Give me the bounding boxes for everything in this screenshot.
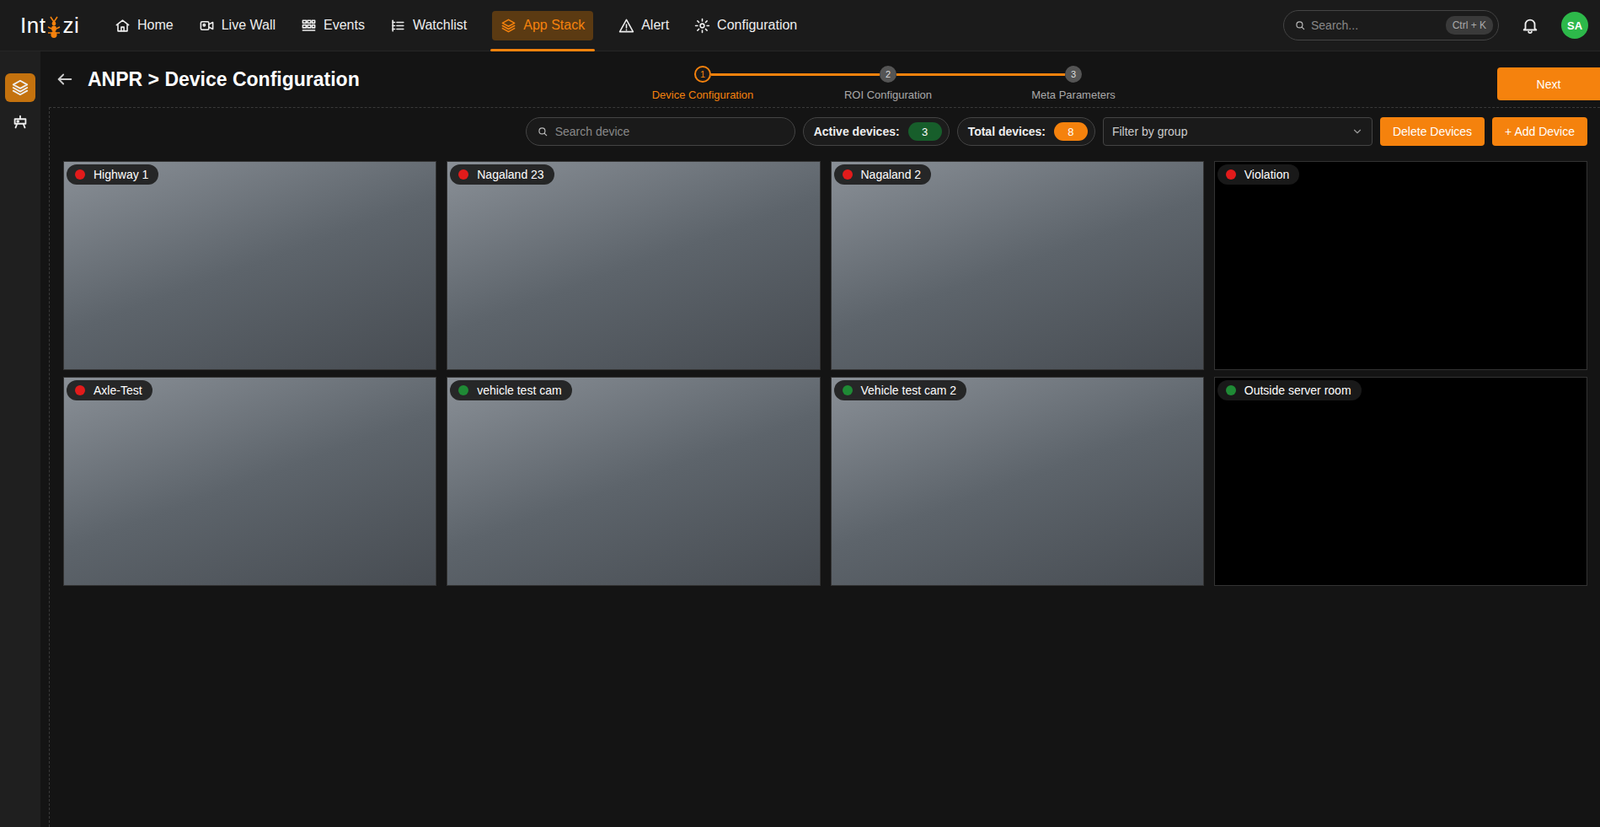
device-label: vehicle test cam xyxy=(449,379,572,401)
device-label: Outside server room xyxy=(1217,379,1362,401)
status-dot xyxy=(74,169,86,180)
device-tile[interactable]: Nagaland 23 xyxy=(446,160,820,370)
device-label: Violation xyxy=(1217,164,1300,185)
active-devices: Active devices:3 xyxy=(802,117,950,146)
next-button[interactable]: Next xyxy=(1497,67,1600,101)
nav-item[interactable]: Home xyxy=(104,0,184,52)
grid-icon xyxy=(300,17,317,34)
top-nav: Intzi HomeLive WallEventsWatchlistApp Sta… xyxy=(0,0,1600,52)
page-title: ANPR > Device Configuration xyxy=(87,68,360,91)
alert-triangle-icon xyxy=(618,17,635,34)
delete-devices-button[interactable]: Delete Devices xyxy=(1380,117,1485,146)
global-search-input[interactable] xyxy=(1311,18,1441,33)
status-dot xyxy=(458,385,469,396)
home-icon xyxy=(114,17,131,34)
video-camera-icon xyxy=(198,17,215,34)
status-dot xyxy=(842,169,853,180)
device-label: Vehicle test cam 2 xyxy=(834,379,968,401)
step-label: Device Configuration xyxy=(652,88,755,102)
shortcut-badge: Ctrl + K xyxy=(1445,16,1493,35)
device-grid: Highway 1 Nagaland 23 Nagaland 2 Violation A… xyxy=(63,160,1588,586)
device-search-input[interactable] xyxy=(555,124,785,139)
step[interactable]: 3 Meta Parameters xyxy=(980,65,1167,102)
step[interactable]: 1 Device Configuration xyxy=(610,65,796,102)
status-dot xyxy=(1225,169,1237,180)
chevron-down-icon xyxy=(1351,125,1364,138)
device-tile[interactable]: Nagaland 2 xyxy=(830,160,1205,370)
nav-item[interactable]: Events xyxy=(290,0,375,52)
list-icon xyxy=(390,17,407,34)
nav-item[interactable]: App Stack xyxy=(481,0,604,52)
sidebar xyxy=(0,51,41,827)
status-dot xyxy=(458,169,469,180)
search-icon xyxy=(536,125,549,138)
device-tile[interactable]: Highway 1 xyxy=(63,160,437,370)
search-icon xyxy=(1294,19,1306,32)
back-arrow-icon[interactable] xyxy=(55,69,75,89)
device-tile[interactable]: Outside server room xyxy=(1214,376,1588,586)
device-label: Nagaland 23 xyxy=(449,164,554,185)
total-count-badge: 8 xyxy=(1054,122,1088,141)
global-search[interactable]: Ctrl + K xyxy=(1283,10,1499,41)
nav-item[interactable]: Alert xyxy=(608,0,680,52)
device-tile[interactable]: vehicle test cam xyxy=(446,376,820,586)
user-avatar[interactable]: SA xyxy=(1561,11,1589,39)
ant-icon xyxy=(45,15,63,39)
gear-icon xyxy=(694,17,711,34)
status-dot xyxy=(1225,385,1237,396)
logo-text: Int xyxy=(20,12,46,39)
device-tile[interactable]: Axle-Test xyxy=(63,376,437,586)
step-circle: 2 xyxy=(879,65,897,83)
device-tile[interactable]: Violation xyxy=(1214,160,1588,370)
sidebar-item[interactable] xyxy=(5,73,36,102)
device-label: Axle-Test xyxy=(66,379,153,401)
nav-item[interactable]: Watchlist xyxy=(379,0,477,52)
bell-icon[interactable] xyxy=(1520,16,1540,35)
layers-icon xyxy=(10,78,30,97)
device-tile[interactable]: Vehicle test cam 2 xyxy=(830,376,1205,586)
group-filter[interactable]: Filter by group xyxy=(1102,117,1373,146)
add-device-button[interactable]: + Add Device xyxy=(1492,117,1588,146)
device-label: Nagaland 2 xyxy=(834,164,932,185)
status-dot xyxy=(842,385,853,396)
device-search[interactable] xyxy=(525,117,796,146)
status-dot xyxy=(74,385,86,396)
step-circle: 1 xyxy=(694,65,712,83)
step[interactable]: 2 ROI Configuration xyxy=(795,65,981,102)
step-circle: 3 xyxy=(1064,65,1082,83)
layers-icon xyxy=(500,17,517,34)
total-devices: Total devices:8 xyxy=(957,117,1096,146)
camera-icon xyxy=(10,112,30,131)
logo-text: zi xyxy=(62,12,80,39)
nav-item[interactable]: Live Wall xyxy=(188,0,286,52)
step-label: ROI Configuration xyxy=(844,88,932,102)
sidebar-item[interactable] xyxy=(5,107,36,136)
device-label: Highway 1 xyxy=(66,164,159,185)
stepper: 1 Device Configuration 2 ROI Configuration 3… xyxy=(610,51,1167,102)
active-count-badge: 3 xyxy=(908,122,942,141)
logo[interactable]: Intzi xyxy=(20,12,88,39)
nav-item[interactable]: Configuration xyxy=(684,0,808,52)
step-label: Meta Parameters xyxy=(1031,88,1116,102)
